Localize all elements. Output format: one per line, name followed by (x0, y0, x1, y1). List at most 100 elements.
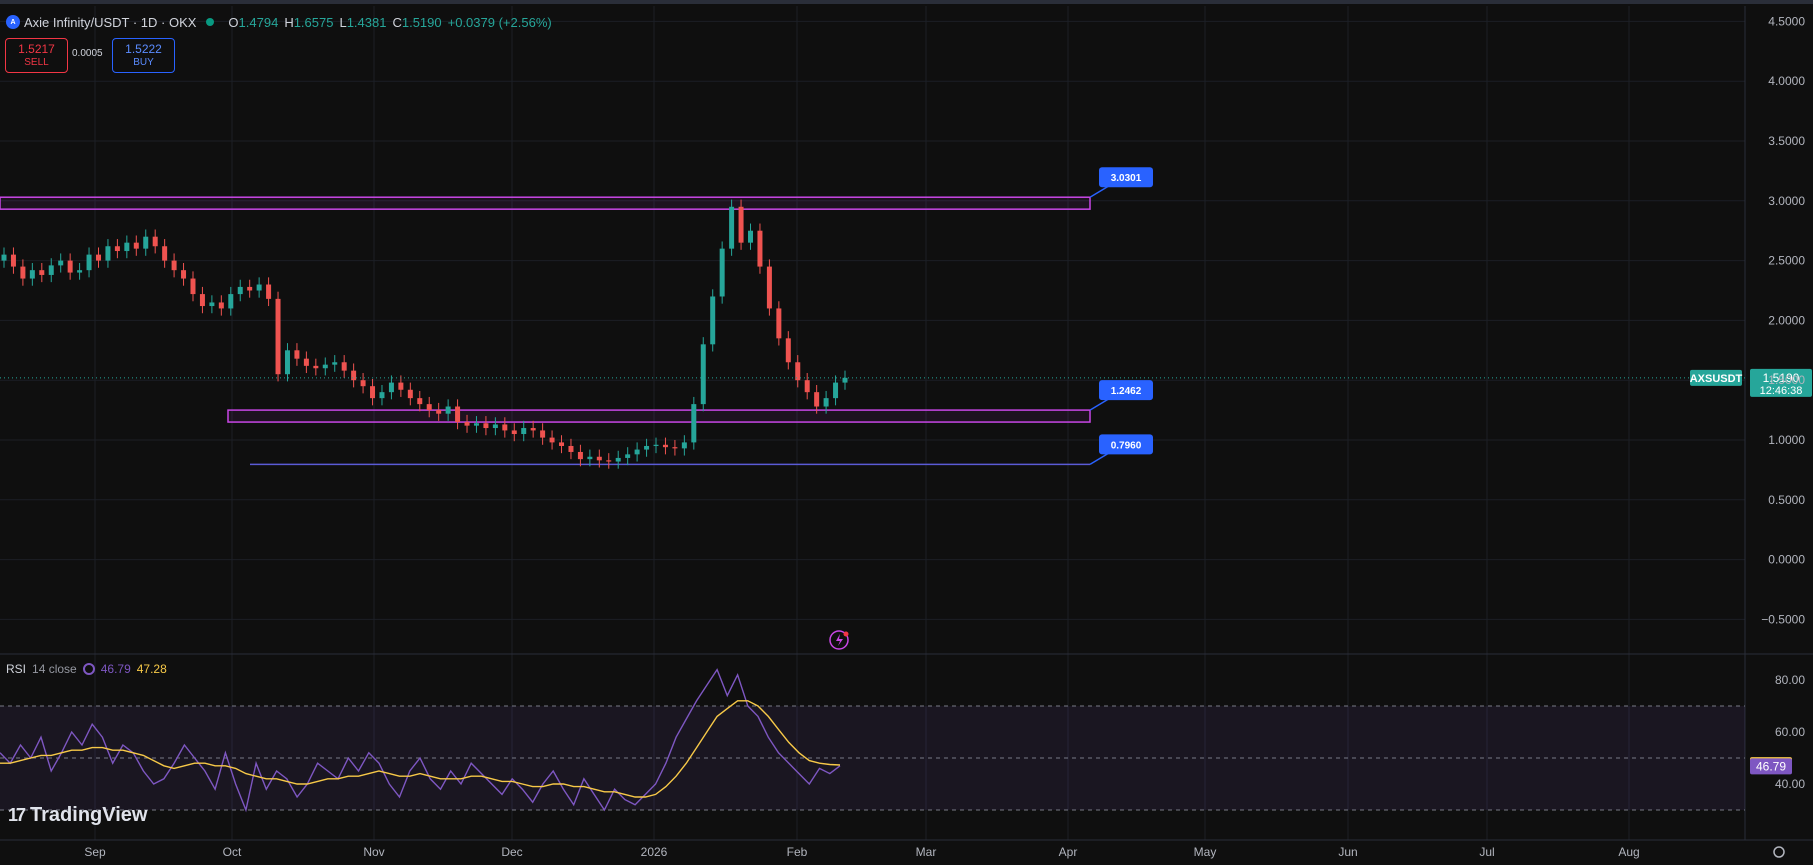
close-label: C (392, 14, 402, 30)
candle-body (757, 230, 763, 267)
high-value: 1.6575 (293, 14, 334, 30)
price-chart[interactable]: 3.03011.24620.7960 AXSUSDT 1.519012:46:38… (0, 0, 1813, 865)
candle-body (672, 447, 678, 449)
buy-button[interactable]: 1.5222 BUY (112, 38, 175, 73)
candle-body (86, 254, 92, 271)
level-label: 0.7960 (1111, 440, 1142, 451)
candle-body (29, 270, 35, 279)
candle-body (360, 380, 366, 387)
tradingview-logo[interactable]: 17 TradingView (8, 804, 147, 827)
candle-body (143, 236, 149, 249)
candle-body (379, 392, 385, 399)
candle-body (634, 449, 640, 455)
sell-button[interactable]: 1.5217 SELL (5, 38, 68, 73)
candle-body (823, 398, 829, 407)
candle-body (303, 358, 309, 366)
candle-body (10, 254, 16, 267)
candle-body (464, 422, 470, 426)
candle-body (511, 430, 517, 435)
candle-body (407, 389, 413, 399)
rsi-legend[interactable]: RSI 14 close 46.79 47.28 (6, 662, 167, 676)
price-zone (0, 196, 1091, 210)
lightning-glyph-icon (836, 634, 843, 646)
candle-body (275, 298, 281, 375)
candle-body (814, 392, 820, 407)
rsi-tick-label: 80.00 (1775, 673, 1805, 687)
candle-body (77, 270, 83, 273)
candle-body (644, 445, 650, 450)
candle-body (596, 456, 602, 461)
candle-body (388, 382, 394, 393)
open-value: 1.4794 (238, 14, 279, 30)
candle-body (748, 230, 754, 243)
candle-body (313, 365, 319, 369)
alert-dot-icon (843, 631, 849, 637)
candle-body (483, 423, 489, 429)
candle-body (540, 430, 546, 438)
candle-body (341, 362, 347, 371)
candle-body (530, 428, 536, 431)
price-tick-label: 3.5000 (1768, 134, 1805, 148)
time-tick-label: Oct (223, 845, 242, 859)
symbol-legend: A Axie Infinity/USDT · 1D · OKX O 1.4794 … (6, 12, 552, 32)
rsi-tick-label: 60.00 (1775, 725, 1805, 739)
candle-body (351, 370, 357, 381)
candle-body (20, 266, 26, 279)
low-value: 1.4381 (346, 14, 387, 30)
candle-body (114, 246, 120, 252)
candle-body (1, 254, 7, 261)
price-tick-label: 0.0000 (1768, 553, 1805, 567)
candle-body (776, 308, 782, 339)
market-status-icon (206, 18, 215, 26)
gear-icon (1773, 846, 1785, 858)
candle-body (587, 456, 593, 460)
sell-label: SELL (24, 56, 49, 68)
candle-body (228, 294, 234, 309)
sell-price: 1.5217 (18, 41, 55, 56)
candle-body (700, 344, 706, 405)
price-tick-label: −0.5000 (1761, 612, 1805, 626)
candle-body (502, 424, 508, 431)
price-tick-label: 3.0000 (1768, 194, 1805, 208)
candle-body (67, 260, 73, 273)
change-value: +0.0379 (+2.56%) (447, 14, 552, 30)
candle-body (833, 382, 839, 399)
level-label: 1.2462 (1111, 386, 1142, 397)
candle-body (426, 404, 432, 411)
candle-body (190, 278, 196, 295)
candle-body (710, 296, 716, 345)
candle-body (266, 284, 272, 299)
time-tick-label: Sep (84, 845, 106, 859)
level-label: 3.0301 (1111, 173, 1142, 184)
price-tick-label: 1.0000 (1768, 433, 1805, 447)
candle-body (559, 442, 565, 446)
time-tick-label: Apr (1059, 845, 1078, 859)
rsi-value-tag-label: 46.79 (1756, 759, 1786, 773)
candle-body (738, 206, 744, 243)
time-tick-label: Jul (1479, 845, 1494, 859)
candle-body (162, 246, 168, 261)
axs-coin-icon: A (6, 15, 20, 29)
candle-body (95, 254, 101, 261)
close-value: 1.5190 (401, 14, 442, 30)
rsi-name: RSI (6, 662, 27, 676)
candle-body (785, 338, 791, 363)
low-label: L (339, 14, 347, 30)
symbol-title[interactable]: Axie Infinity/USDT · 1D · OKX (24, 15, 196, 30)
candle-body (719, 248, 725, 297)
price-tick-label: 0.5000 (1768, 493, 1805, 507)
candle-body (842, 377, 848, 383)
candle-body (615, 457, 621, 462)
candle-body (209, 302, 215, 307)
candle-body (181, 270, 187, 279)
candle-body (152, 236, 158, 247)
buy-label: BUY (133, 56, 154, 68)
candle-body (492, 424, 498, 429)
buy-price: 1.5222 (125, 41, 162, 56)
rsi-tick-label: 40.00 (1775, 777, 1805, 791)
candle-body (473, 423, 479, 426)
time-tick-label: Nov (363, 845, 384, 859)
candle-body (521, 428, 527, 435)
candle-body (284, 350, 290, 375)
candle-body (48, 265, 54, 275)
